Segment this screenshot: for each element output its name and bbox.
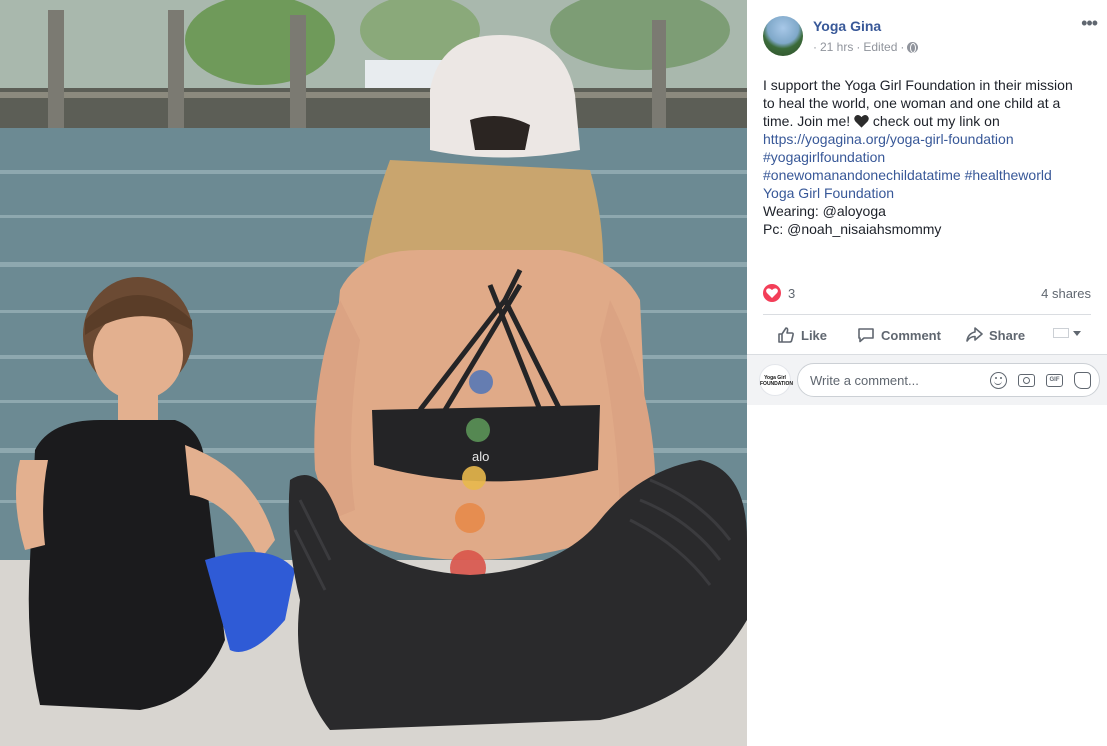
emoji-icon[interactable] [990, 372, 1007, 389]
chevron-down-icon [1073, 330, 1081, 336]
shares-count[interactable]: 4 shares [1041, 286, 1091, 301]
comment-label: Comment [881, 327, 941, 343]
action-bar: Like Comment Share [763, 318, 1091, 352]
photo-credit-line: Pc: @noah_nisaiahsmommy [763, 221, 942, 237]
post-meta: · 21 hrs · Edited · [813, 40, 919, 54]
camera-icon[interactable] [1018, 374, 1035, 387]
post-text: I support the Yoga Girl Foundation in th… [763, 76, 1093, 238]
page-tag-link[interactable]: Yoga Girl Foundation [763, 184, 1093, 202]
post-text-line: I support the Yoga Girl Foundation in th… [763, 77, 1073, 93]
post-panel: Yoga Gina · 21 hrs · Edited · ••• I supp… [747, 0, 1107, 746]
meta-dot: · [900, 40, 905, 54]
hashtag-link[interactable]: #onewomanandonechildatatime #healtheworl… [763, 166, 1093, 184]
wearing-line: Wearing: @aloyoga [763, 203, 886, 219]
post-text-line: time. Join me! check out my link on [763, 112, 1093, 130]
photo-illustration: alo [0, 0, 747, 746]
post-time[interactable]: 21 hrs [820, 40, 853, 54]
commenter-avatar[interactable]: Yoga Girl FOUNDATION [759, 364, 793, 396]
more-options-icon[interactable]: ••• [1081, 14, 1098, 32]
comment-placeholder: Write a comment... [810, 373, 919, 388]
like-button[interactable]: Like [777, 326, 827, 344]
love-reaction-icon[interactable] [763, 284, 781, 302]
comment-button[interactable]: Comment [857, 326, 941, 344]
page-mini-logo [1053, 328, 1069, 338]
meta-dot: · [856, 40, 861, 54]
post-text-line: to heal the world, one woman and one chi… [763, 95, 1061, 111]
black-heart-icon [854, 115, 869, 128]
comment-composer: Yoga Girl FOUNDATION Write a comment... … [747, 355, 1107, 405]
share-button[interactable]: Share [965, 326, 1025, 344]
reactions-bar: 3 4 shares [763, 284, 1091, 304]
post-text-fragment: time. Join me! [763, 113, 851, 129]
sticker-icon[interactable] [1074, 372, 1091, 389]
post-header: Yoga Gina · 21 hrs · Edited · ••• [763, 14, 1103, 56]
globe-icon[interactable] [907, 41, 919, 53]
external-link[interactable]: https://yogagina.org/yoga-girl-foundatio… [763, 130, 1093, 148]
comment-tools: GIF [990, 372, 1091, 389]
gif-icon[interactable]: GIF [1046, 374, 1063, 387]
edited-label[interactable]: Edited [863, 40, 897, 54]
meta-dot: · [813, 40, 817, 54]
thumbs-up-icon [778, 327, 794, 343]
post-photo[interactable]: alo [0, 0, 747, 746]
author-name[interactable]: Yoga Gina [813, 18, 881, 34]
share-arrow-icon [966, 327, 983, 342]
post-text-fragment: check out my link on [869, 113, 1000, 129]
comment-bubble-icon [858, 328, 874, 343]
comment-input[interactable]: Write a comment... GIF [797, 363, 1100, 397]
hashtag-link[interactable]: #yogagirlfoundation [763, 148, 1093, 166]
author-avatar[interactable] [763, 16, 803, 56]
share-label: Share [989, 327, 1026, 343]
bra-brand-text: alo [472, 449, 489, 464]
post-as-selector[interactable] [1053, 328, 1081, 338]
like-label: Like [801, 327, 828, 343]
divider [763, 314, 1091, 315]
reaction-count[interactable]: 3 [788, 286, 795, 301]
